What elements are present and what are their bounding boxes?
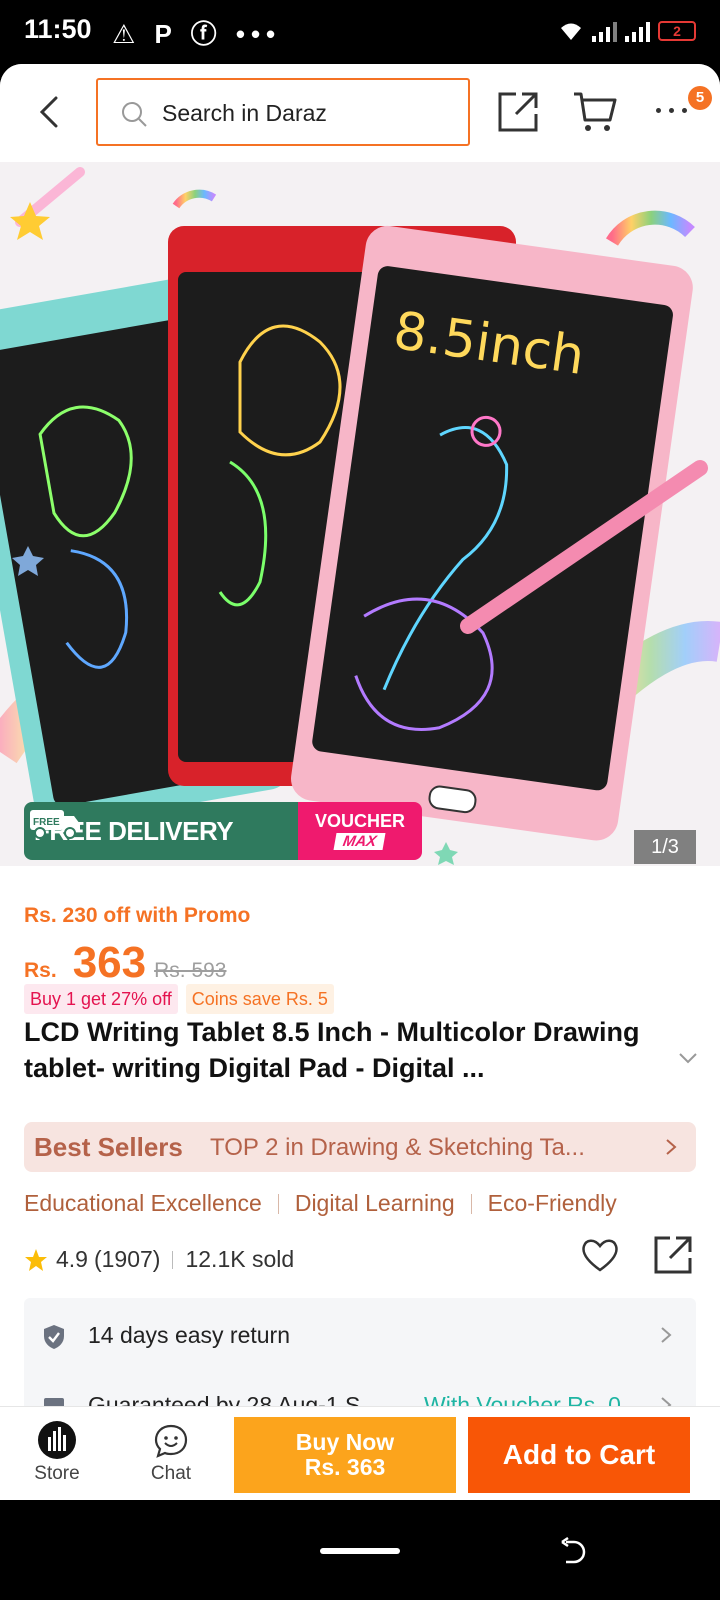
voucher-max-label: MAX: [333, 833, 387, 850]
system-nav-bar: [0, 1500, 720, 1600]
feature-tag: Educational Excellence: [24, 1190, 262, 1216]
return-policy-row[interactable]: 14 days easy return: [24, 1304, 696, 1364]
feature-tag: Digital Learning: [294, 1190, 455, 1216]
voucher-label: VOUCHER: [314, 811, 405, 831]
best-sellers-rank: TOP 2 in Drawing & Sketching Ta...: [210, 1134, 585, 1161]
share-icon[interactable]: [496, 90, 540, 134]
bundle-tag[interactable]: Buy 1 get 27% off: [24, 984, 178, 1014]
star-icon: [25, 1248, 47, 1271]
share-icon[interactable]: [652, 1234, 694, 1276]
wifi-icon: [561, 23, 581, 40]
signal-icon: [592, 20, 617, 42]
store-button[interactable]: Store: [24, 1417, 90, 1491]
shield-check-icon: [44, 1325, 64, 1349]
free-delivery-section: FREE FREE DELIVERY: [24, 802, 298, 860]
buy-now-label: Buy Now: [295, 1429, 395, 1455]
cart-icon[interactable]: [572, 90, 618, 134]
review-count: (1907): [93, 1246, 161, 1272]
home-gesture-bar[interactable]: [320, 1548, 400, 1554]
sold-count: 12.1K sold: [185, 1246, 295, 1272]
add-to-cart-button[interactable]: Add to Cart: [468, 1417, 690, 1493]
price-current: 363: [72, 938, 147, 987]
bottom-action-bar: Store Chat Buy Now Rs. 363 Add to Cart: [0, 1406, 720, 1500]
store-logo-icon: [38, 1421, 76, 1459]
status-right: 2: [558, 16, 696, 46]
feature-tags: Educational Excellence Digital Learning …: [24, 1190, 617, 1217]
best-sellers-logo: Best Sellers: [34, 1132, 183, 1162]
divider: [277, 1193, 279, 1214]
search-input[interactable]: Search in Daraz: [96, 78, 470, 146]
coins-tag[interactable]: Coins save Rs. 5: [185, 984, 334, 1014]
price-original: Rs. 593: [154, 959, 227, 982]
status-time: 11:50: [24, 14, 92, 44]
top-header: Search in Daraz 5: [0, 64, 720, 162]
divider: [470, 1193, 472, 1214]
delivery-truck-icon: FREE: [30, 810, 80, 839]
image-counter: 1/3: [634, 830, 696, 864]
notification-icons: ⚠ P ⓕ •••: [112, 19, 282, 49]
best-sellers-banner[interactable]: Best Sellers TOP 2 in Drawing & Sketchin…: [24, 1122, 696, 1172]
chevron-right-icon: [661, 1327, 672, 1343]
search-placeholder: Search in Daraz: [162, 100, 327, 126]
feature-tag: Eco-Friendly: [487, 1190, 617, 1216]
chat-label: Chat: [150, 1463, 192, 1484]
battery-icon: 2: [658, 21, 696, 41]
product-image: 8.5inch: [0, 167, 720, 865]
cart-badge: 5: [688, 86, 712, 110]
voucher-max-badge: VOUCHER MAX: [298, 802, 422, 860]
product-page: Search in Daraz 5 8.5inch FREE FREE DELI…: [0, 64, 720, 1500]
chat-icon: [154, 1424, 188, 1458]
free-tag: FREE: [33, 817, 60, 828]
store-label: Store: [34, 1463, 80, 1484]
rating-value: 4.9: [56, 1246, 88, 1272]
buy-now-price: Rs. 363: [304, 1454, 386, 1480]
chat-button[interactable]: Chat: [138, 1417, 204, 1491]
signal-icon-2: [625, 20, 650, 42]
free-delivery-banner: FREE FREE DELIVERY VOUCHER MAX: [24, 802, 422, 860]
promo-tags: Buy 1 get 27% off Coins save Rs. 5: [24, 984, 334, 1014]
chevron-down-icon[interactable]: [676, 1050, 700, 1066]
promo-text: Rs. 230 off with Promo: [24, 904, 251, 927]
heart-icon[interactable]: [580, 1236, 620, 1274]
back-arrow-icon[interactable]: [30, 92, 70, 132]
price-currency: Rs.: [24, 959, 57, 982]
chevron-right-icon: [666, 1139, 677, 1155]
rating-row[interactable]: 4.9 (1907) 12.1K sold: [24, 1246, 294, 1273]
product-title: LCD Writing Tablet 8.5 Inch - Multicolor…: [24, 1017, 640, 1083]
status-bar: 11:50 ⚠ P ⓕ ••• 2: [0, 0, 720, 64]
search-icon: [122, 102, 147, 127]
product-image-carousel[interactable]: 8.5inch FREE FREE DELIVERY VOUCHER MAX 1…: [0, 162, 720, 866]
buy-now-button[interactable]: Buy Now Rs. 363: [234, 1417, 456, 1493]
rotate-icon[interactable]: [558, 1536, 588, 1566]
service-text: 14 days easy return: [88, 1322, 291, 1348]
more-options-icon[interactable]: [652, 96, 692, 126]
divider: [172, 1250, 174, 1269]
